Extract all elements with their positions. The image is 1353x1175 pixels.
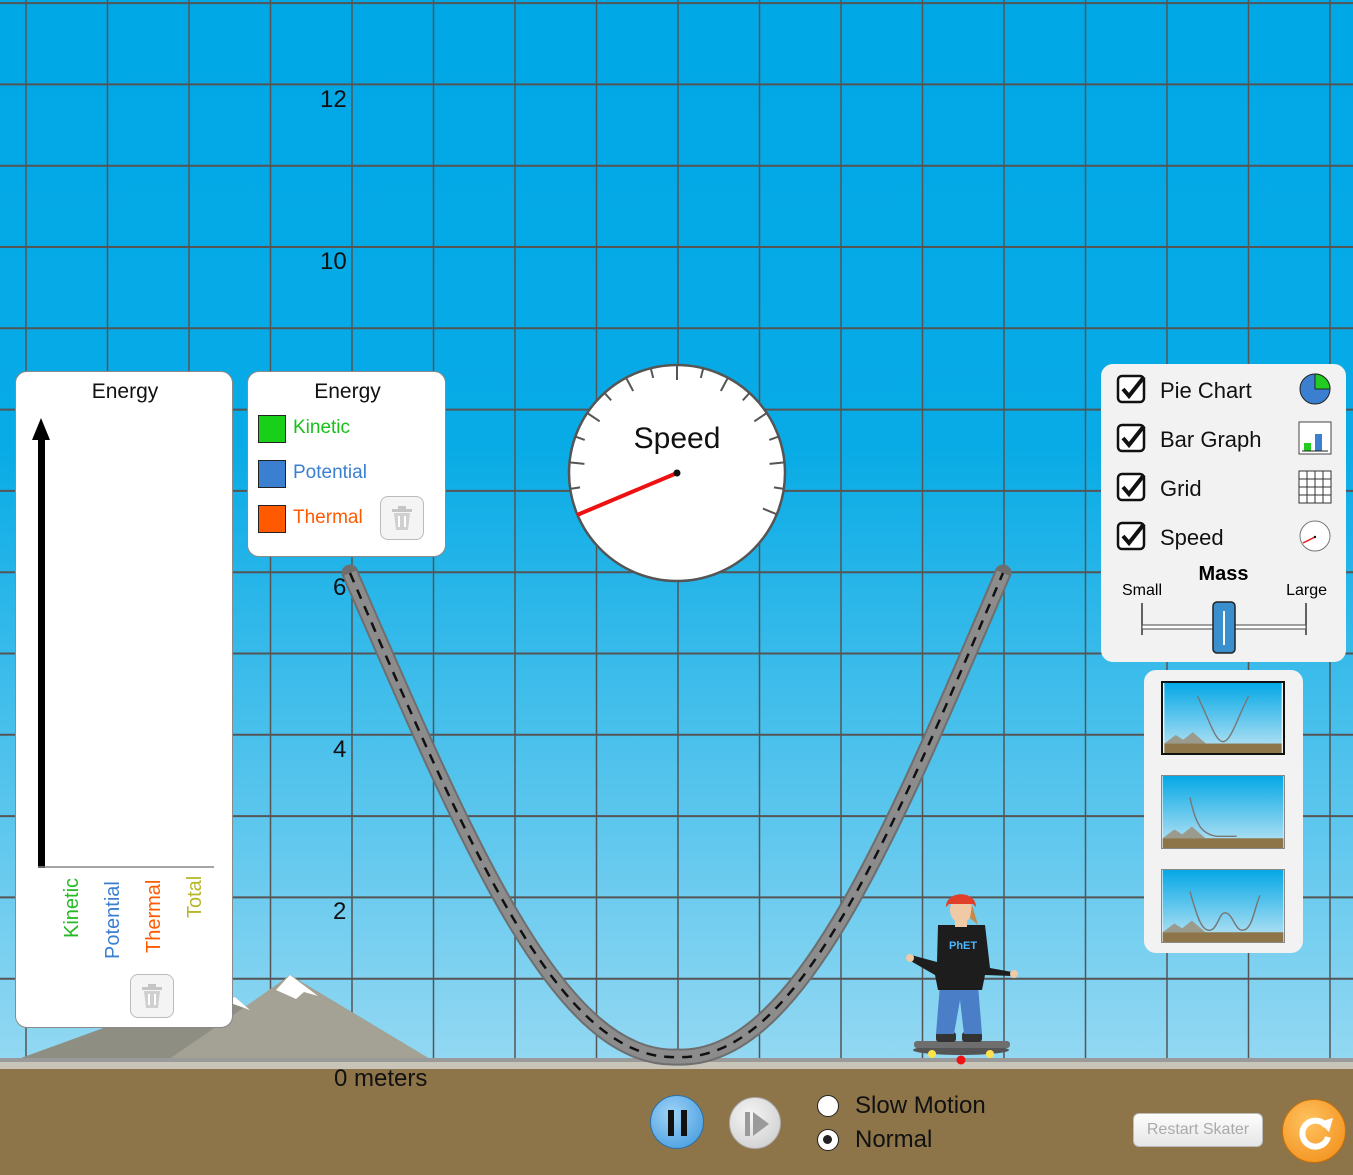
- trash-icon: [142, 984, 162, 1008]
- thermal-swatch: [258, 505, 286, 533]
- bar-graph-clear-thermal-button[interactable]: [130, 974, 174, 1018]
- slow-motion-radio-circle[interactable]: [817, 1095, 839, 1117]
- grid-label-12: 12: [320, 86, 347, 113]
- bar-label-thermal: Thermal: [143, 879, 165, 953]
- legend-clear-thermal-button[interactable]: [380, 496, 424, 540]
- slow-motion-label: Slow Motion: [855, 1092, 986, 1119]
- control-panel: Pie Chart Bar Graph Grid Speed Mass Smal…: [1101, 364, 1346, 662]
- step-forward-icon: [745, 1112, 769, 1136]
- normal-radio-circle[interactable]: [817, 1129, 839, 1151]
- pie-chart-icon: [1299, 373, 1331, 405]
- legend-label-kinetic: Kinetic: [293, 417, 351, 438]
- skater-position-marker: [956, 1055, 966, 1065]
- bar-label-potential: Potential: [102, 881, 124, 959]
- normal-label: Normal: [855, 1126, 933, 1153]
- bar-graph-axes: [32, 418, 214, 868]
- grid-icon: [1298, 470, 1332, 504]
- track-option-double-well[interactable]: [1161, 869, 1285, 943]
- mass-slider-thumb[interactable]: [1212, 601, 1236, 654]
- grid-label-4: 4: [333, 736, 347, 763]
- pie-chart-toggle[interactable]: Pie Chart: [1116, 372, 1336, 406]
- bar-graph-label: Bar Graph: [1160, 427, 1262, 452]
- speedometer-label: Speed: [634, 422, 721, 455]
- grid-label: Grid: [1160, 476, 1202, 501]
- mass-min-label: Small: [1122, 582, 1163, 599]
- restart-skater-button[interactable]: Restart Skater: [1133, 1113, 1263, 1147]
- track-option-ramp[interactable]: [1161, 775, 1285, 849]
- grid-label-2: 2: [333, 898, 347, 925]
- track-option-parabola[interactable]: [1161, 681, 1285, 755]
- legend-label-thermal: Thermal: [293, 507, 363, 528]
- kinetic-swatch: [258, 415, 286, 443]
- legend-label-potential: Potential: [293, 462, 367, 483]
- bar-label-total: Total: [184, 875, 206, 918]
- speed-toggle[interactable]: Speed: [1116, 519, 1336, 553]
- skater-logo: PhET: [949, 940, 977, 952]
- bar-graph-toggle[interactable]: Bar Graph: [1116, 421, 1336, 455]
- pause-icon: [668, 1110, 687, 1136]
- grid-label-0-meters: 0 meters: [334, 1065, 428, 1092]
- reset-all-button[interactable]: [1282, 1099, 1346, 1163]
- bar-label-kinetic: Kinetic: [61, 877, 83, 938]
- checkbox-checked-icon[interactable]: [1116, 374, 1146, 404]
- legend-title: Energy: [314, 380, 381, 403]
- energy-legend-panel: Energy Kinetic Potential Thermal: [247, 371, 446, 557]
- checkbox-checked-icon[interactable]: [1116, 472, 1146, 502]
- speed-label: Speed: [1160, 525, 1224, 550]
- grid-label-10: 10: [320, 248, 347, 275]
- checkbox-checked-icon[interactable]: [1116, 423, 1146, 453]
- track-selector-panel: [1144, 670, 1303, 953]
- speedometer-icon: [1299, 520, 1331, 552]
- grid-toggle[interactable]: Grid: [1116, 470, 1336, 504]
- checkbox-checked-icon[interactable]: [1116, 521, 1146, 551]
- pie-chart-label: Pie Chart: [1160, 378, 1252, 403]
- mass-slider[interactable]: [1136, 601, 1312, 657]
- energy-bar-graph-panel: Energy Kinetic Potential Thermal Total: [15, 371, 233, 1028]
- bar-graph-icon: [1298, 421, 1332, 455]
- speedometer: Speed: [567, 363, 787, 583]
- potential-swatch: [258, 460, 286, 488]
- pause-button[interactable]: [650, 1095, 704, 1149]
- mass-max-label: Large: [1286, 582, 1327, 599]
- step-forward-button[interactable]: [729, 1097, 781, 1149]
- reset-icon: [1299, 1117, 1333, 1150]
- grid-label-6: 6: [333, 574, 347, 601]
- trash-icon: [392, 506, 412, 530]
